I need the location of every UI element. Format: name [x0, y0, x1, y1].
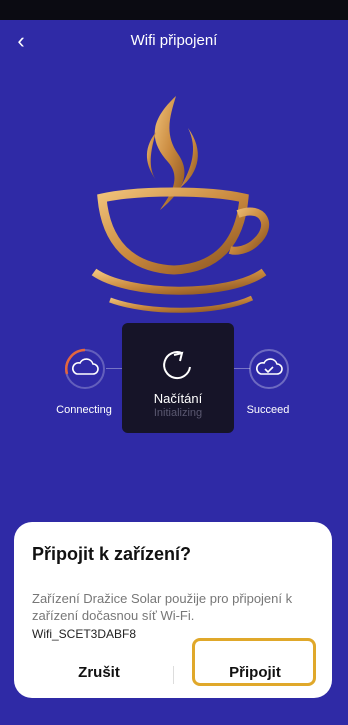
step-label-succeed: Succeed [246, 404, 290, 416]
button-divider [173, 666, 174, 684]
cloud-icon [72, 358, 99, 375]
coffee-cup-illustration [91, 96, 270, 313]
connect-dialog: Připojit k zařízení? Zařízení Dražice So… [14, 522, 332, 698]
loading-text: Načítání [153, 391, 203, 406]
dialog-ssid: Wifi_SCET3DABF8 [32, 627, 137, 641]
step-label-connecting: Connecting [56, 404, 112, 416]
status-bar [0, 0, 348, 20]
spinner-icon [163, 351, 191, 380]
loading-subtext: Initializing [153, 407, 203, 419]
step-connecting [64, 348, 106, 390]
page-title: Wifi připojení [130, 32, 218, 49]
loading-overlay: Načítání Initializing [122, 323, 234, 433]
connect-button[interactable]: Připojit [194, 656, 316, 690]
top-bar: ‹ Wifi připojení [0, 20, 348, 64]
dialog-title: Připojit k zařízení? [32, 544, 192, 564]
step-succeed [248, 348, 290, 390]
cloud-check-icon [256, 358, 283, 375]
cancel-button[interactable]: Zrušit [44, 656, 154, 690]
dialog-message: Zařízení Dražice Solar použije pro připo… [32, 591, 293, 623]
